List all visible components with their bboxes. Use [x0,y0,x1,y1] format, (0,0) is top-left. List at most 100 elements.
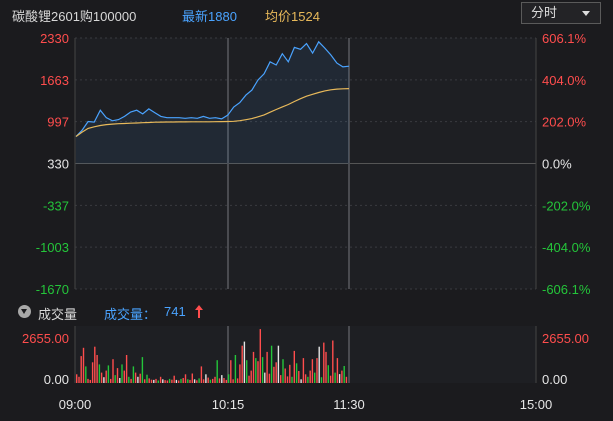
volume-bar [225,379,227,383]
volume-bar [125,355,128,383]
y-right-tick: 202.0% [542,115,587,130]
y-left-tick: 1663 [40,73,69,88]
volume-bar [128,376,130,383]
volume-bar [85,366,87,383]
volume-bar [171,379,173,383]
volume-bar [304,374,307,383]
collapse-toggle-icon[interactable] [18,305,31,318]
volume-bar [103,377,105,383]
volume-bar [270,345,273,383]
volume-bar [209,379,212,383]
volume-bar [298,371,300,383]
volume-bar [252,351,255,383]
volume-bar [311,359,314,383]
volume-bar [150,379,153,383]
volume-bar [180,378,182,383]
volume-bar [173,375,175,383]
volume-bar [141,357,144,383]
volume-bar [234,355,237,383]
volume-bar [291,376,293,383]
volume-bar [162,379,164,383]
volume-bar [230,360,232,383]
volume-bar [100,372,103,383]
y-right-tick: -202.0% [542,198,591,213]
volume-bar [266,351,268,383]
volume-bar [157,380,159,383]
period-select[interactable]: 分时 [521,2,601,24]
volume-bar [146,374,148,383]
volume-bar [164,380,166,383]
y-left-tick: -1003 [36,240,69,255]
vol-right-tick: 0.00 [542,372,567,387]
volume-bar [193,379,196,383]
y-right-tick: -606.1% [542,282,591,297]
vol-left-tick: 2655.00 [22,331,69,346]
volume-bar [110,378,112,383]
volume-bar [280,375,282,383]
volume-bar [187,379,189,383]
y-left-tick: 2330 [40,31,69,46]
volume-bar [205,374,207,383]
x-tick: 15:00 [520,397,553,412]
y-left-tick: -337 [43,198,69,213]
volume-bar [248,375,250,383]
volume-bar [250,370,252,383]
chart-canvas: 2330 606.1% 1663 404.0% 997 202.0% 330 0.0% -337… [22,31,591,412]
volume-bar [189,379,191,383]
volume-bar [202,379,205,383]
volume-bar [320,377,323,383]
volume-label: 成交量： [104,307,157,322]
volume-bar [336,358,339,383]
volume-bar [232,379,234,383]
volume-bar [246,360,248,383]
volume-bar [323,342,325,383]
up-arrow-icon [195,305,203,318]
volume-bar [116,368,119,383]
volume-title: 成交量 [38,307,78,322]
volume-bar [338,374,341,383]
volume-bar [329,375,332,383]
volume-bar [159,376,162,383]
volume-bar [153,379,155,383]
volume-bar [139,373,141,383]
volume-bar [325,351,327,383]
volume-bar [282,359,284,383]
volume-bar [343,366,345,383]
volume-bar [259,329,261,383]
volume-bar [78,376,80,383]
volume-bar [275,362,277,383]
y-left-tick: 997 [47,115,69,130]
volume-bar [295,363,298,383]
volume-bar [300,379,302,383]
volume-bar [94,346,96,383]
period-label: 分时 [531,5,558,20]
volume-bar [130,378,132,383]
volume-bar [148,378,150,383]
volume-bar [277,345,280,383]
contract-title: 碳酸锂2601购100000 [12,9,137,24]
vol-left-tick: 0.00 [44,372,69,387]
volume-bar [268,373,271,383]
volume-bar [107,365,110,383]
average-price: 均价1524 [265,9,320,24]
volume-bar [80,356,82,383]
volume-bar [332,340,334,383]
volume-bar [286,376,289,383]
volume-bar [121,364,123,383]
volume-bar [114,375,116,383]
volume-bar [241,345,243,383]
volume-bar [166,380,169,383]
volume-bar [123,370,125,383]
volume-bar [309,370,311,383]
volume-bar [255,358,257,383]
volume-bar [218,378,221,383]
volume-bar [316,358,318,383]
volume-bar [307,376,309,383]
volume-bar [327,365,329,383]
volume-bar [82,347,85,383]
volume-bar [196,380,198,383]
volume-bar [137,376,139,383]
volume-bar [155,378,157,383]
volume-bar [264,372,266,383]
volume-bar [98,364,101,383]
